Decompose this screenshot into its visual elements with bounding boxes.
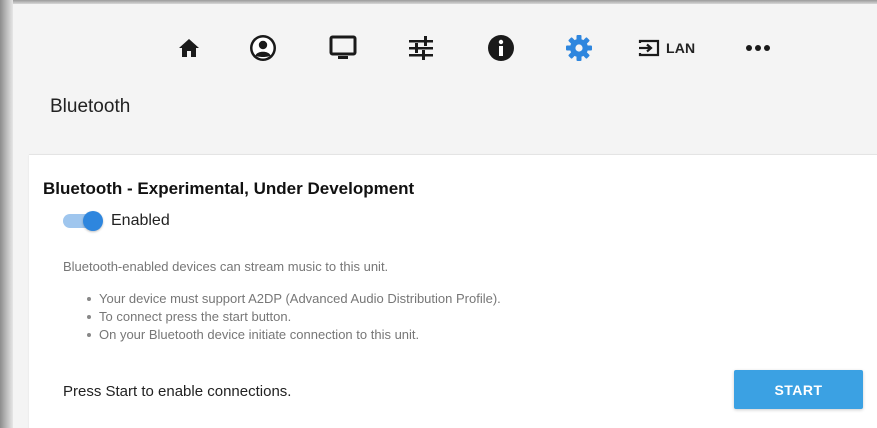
gear-icon <box>566 35 592 61</box>
monitor-icon <box>329 35 357 59</box>
window-border-left <box>0 0 13 428</box>
toggle-knob <box>83 211 103 231</box>
page-title: Bluetooth <box>50 96 131 117</box>
nav-input-button[interactable]: LAN <box>638 30 708 66</box>
nav-monitor-button[interactable] <box>325 30 361 66</box>
main-content: LAN Bluetooth Bluetooth - Experimental, … <box>13 4 877 428</box>
nav-more-button[interactable] <box>740 30 776 66</box>
nav-info-button[interactable] <box>483 30 519 66</box>
top-nav: LAN <box>13 4 877 84</box>
info-icon <box>488 35 514 61</box>
list-item: Your device must support A2DP (Advanced … <box>87 290 501 308</box>
footer-text: Press Start to enable connections. <box>63 383 292 400</box>
start-button[interactable]: START <box>734 370 863 409</box>
sliders-icon <box>409 36 433 60</box>
home-icon <box>179 39 199 57</box>
nav-input-label: LAN <box>666 40 696 56</box>
user-icon <box>250 35 276 61</box>
nav-settings-button[interactable] <box>561 30 597 66</box>
bluetooth-card: Bluetooth - Experimental, Under Developm… <box>29 154 877 428</box>
toggle-label: Enabled <box>111 212 170 229</box>
more-icon <box>746 45 770 51</box>
nav-home-button[interactable] <box>171 30 207 66</box>
requirements-list: Your device must support A2DP (Advanced … <box>87 290 501 344</box>
app-window: LAN Bluetooth Bluetooth - Experimental, … <box>0 0 877 428</box>
list-item: To connect press the start button. <box>87 308 501 326</box>
card-title: Bluetooth - Experimental, Under Developm… <box>43 179 415 198</box>
card-description: Bluetooth-enabled devices can stream mus… <box>63 259 389 274</box>
list-item: On your Bluetooth device initiate connec… <box>87 326 501 344</box>
nav-user-button[interactable] <box>245 30 281 66</box>
input-icon <box>638 39 660 57</box>
nav-sliders-button[interactable] <box>403 30 439 66</box>
enabled-toggle[interactable] <box>63 211 103 231</box>
